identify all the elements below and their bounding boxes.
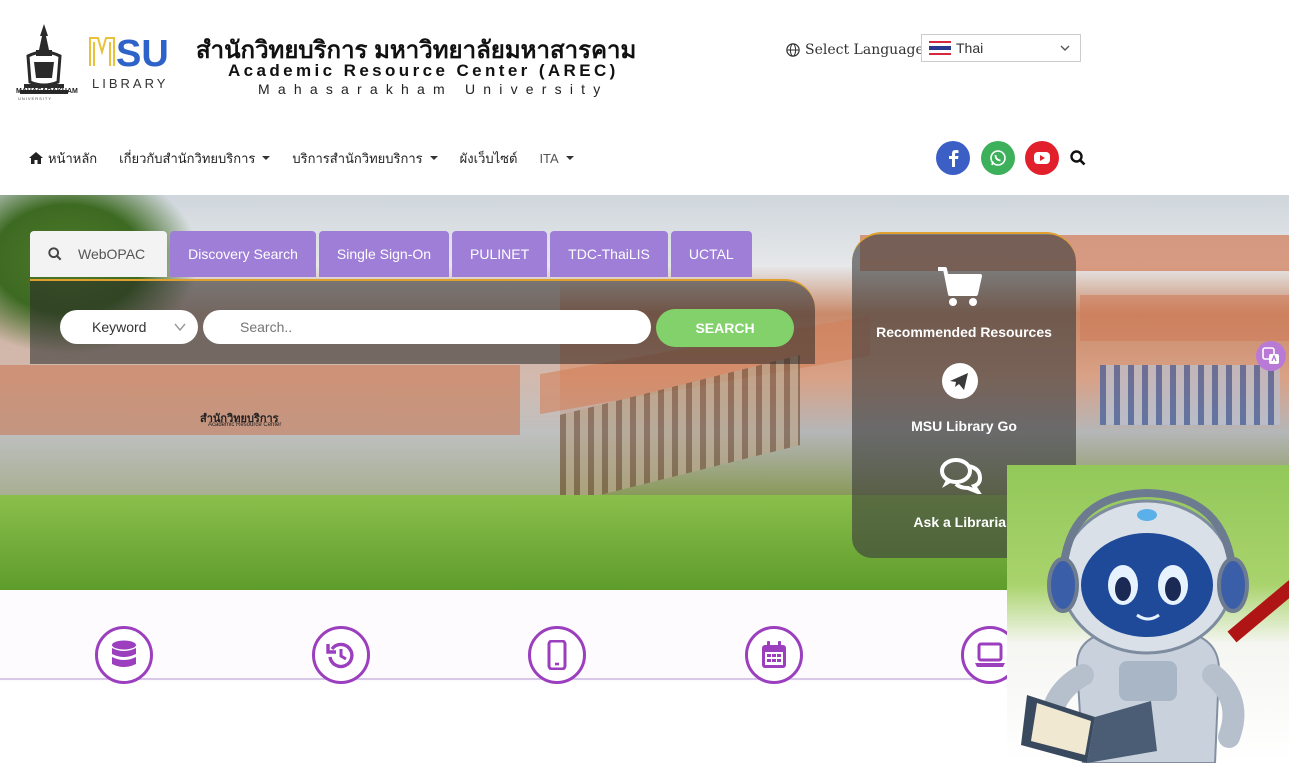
language-label-text: Select Language (805, 42, 924, 58)
nav-sitemap[interactable]: ผังเว็บไซต์ (460, 148, 518, 169)
main-nav: หน้าหลัก เกี่ยวกับสำนักวิทยบริการ บริการ… (28, 146, 596, 170)
youtube-button[interactable] (1025, 141, 1059, 175)
caret-down-icon (565, 156, 574, 160)
history-feature-button[interactable] (312, 626, 370, 684)
chevron-down-icon (174, 323, 186, 332)
tab-discovery-search[interactable]: Discovery Search (170, 231, 316, 277)
building-sign-english: Academic Resource Center (208, 422, 282, 428)
search-field-select[interactable]: Keyword (60, 310, 198, 344)
thai-flag-icon (929, 41, 951, 55)
language-label: Select Language (786, 37, 924, 63)
nav-sitemap-label: ผังเว็บไซต์ (459, 150, 518, 166)
calendar-feature-button[interactable] (745, 626, 803, 684)
nav-services[interactable]: บริการสำนักวิทยบริการ (292, 148, 438, 169)
search-tabs: WebOPAC Discovery Search Single Sign-On … (30, 231, 755, 277)
search-button[interactable]: SEARCH (656, 309, 794, 347)
svg-text:SU: SU (116, 33, 169, 75)
search-icon[interactable] (1070, 150, 1086, 166)
youtube-icon (1034, 152, 1050, 164)
database-feature-button[interactable] (95, 626, 153, 684)
globe-icon (786, 43, 800, 57)
whatsapp-icon (990, 150, 1006, 166)
search-field-value: Keyword (92, 319, 147, 335)
caret-down-icon (429, 156, 438, 160)
facebook-icon (949, 150, 959, 167)
site-header: MAHASARAKHAM UNIVERSITY SU LIBRARY สำนัก… (0, 0, 1289, 120)
nav-ita[interactable]: ITA (539, 150, 574, 166)
tab-label: PULINET (470, 246, 530, 262)
tab-uctal[interactable]: UCTAL (670, 231, 752, 277)
tab-single-sign-on[interactable]: Single Sign-On (318, 231, 450, 277)
history-icon (326, 642, 354, 669)
tab-label: Discovery Search (188, 246, 298, 262)
whatsapp-button[interactable] (981, 141, 1015, 175)
tab-pulinet[interactable]: PULINET (452, 231, 548, 277)
chat-bubbles-icon (940, 458, 983, 494)
msu-library-go-link[interactable]: MSU Library Go (852, 418, 1076, 434)
mobile-feature-button[interactable] (528, 626, 586, 684)
language-select-value: Thai (956, 40, 984, 56)
home-icon (29, 152, 43, 164)
shopping-cart-icon (938, 267, 982, 306)
nav-ita-label: ITA (539, 150, 559, 166)
nav-about-label: เกี่ยวกับสำนักวิทยบริการ (119, 150, 256, 166)
mobile-icon (547, 640, 567, 670)
laptop-icon (975, 642, 1005, 667)
search-input[interactable] (203, 310, 651, 344)
site-title-english: Academic Resource Center (AREC) (228, 61, 619, 80)
seal-label: MAHASARAKHAM (16, 88, 78, 95)
seal-sublabel: UNIVERSITY (18, 96, 53, 101)
nav-about[interactable]: เกี่ยวกับสำนักวิทยบริการ (119, 148, 271, 169)
language-select[interactable]: Thai (921, 34, 1081, 62)
nav-services-label: บริการสำนักวิทยบริการ (292, 150, 423, 166)
database-icon (112, 640, 136, 667)
site-title-university: Mahasarakham University (258, 81, 609, 97)
tab-label: UCTAL (688, 246, 734, 262)
tab-tdc-thailis[interactable]: TDC-ThaiLIS (550, 231, 668, 277)
logo-library-text: LIBRARY (92, 76, 169, 91)
translate-icon[interactable] (1256, 341, 1286, 371)
nav-home[interactable]: หน้าหลัก (28, 148, 97, 169)
caret-down-icon (262, 156, 271, 160)
nav-home-label: หน้าหลัก (48, 150, 98, 166)
recommended-resources-link[interactable]: Recommended Resources (852, 324, 1076, 340)
tab-webopac-label: WebOPAC (78, 246, 146, 262)
facebook-button[interactable] (936, 141, 970, 175)
calendar-icon (762, 641, 786, 668)
telegram-icon (942, 363, 978, 399)
tab-label: TDC-ThaiLIS (568, 246, 650, 262)
search-icon (48, 247, 62, 261)
tab-label: Single Sign-On (336, 246, 432, 262)
chevron-down-icon (1060, 45, 1070, 51)
section-divider (0, 678, 1010, 680)
tab-webopac[interactable]: WebOPAC (30, 231, 168, 277)
